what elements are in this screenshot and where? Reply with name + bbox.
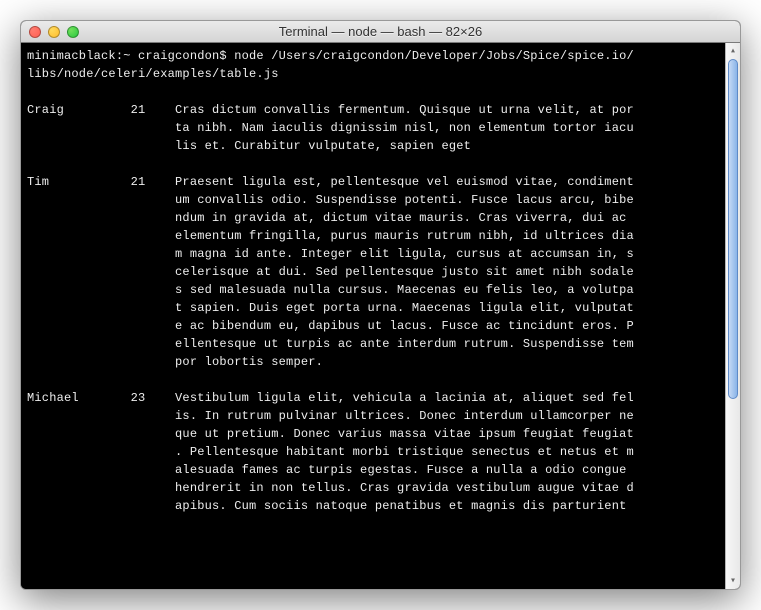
scroll-down-icon[interactable]: ▾ bbox=[726, 573, 740, 589]
scroll-thumb[interactable] bbox=[728, 59, 738, 399]
scroll-up-icon[interactable]: ▴ bbox=[726, 43, 740, 59]
traffic-lights bbox=[29, 26, 79, 38]
terminal-window: Terminal — node — bash — 82×26 minimacbl… bbox=[20, 20, 741, 590]
terminal-content[interactable]: minimacblack:~ craigcondon$ node /Users/… bbox=[21, 43, 725, 589]
zoom-icon[interactable] bbox=[67, 26, 79, 38]
close-icon[interactable] bbox=[29, 26, 41, 38]
scrollbar[interactable]: ▴ ▾ bbox=[725, 43, 740, 589]
minimize-icon[interactable] bbox=[48, 26, 60, 38]
terminal-output: minimacblack:~ craigcondon$ node /Users/… bbox=[27, 47, 719, 515]
window-title: Terminal — node — bash — 82×26 bbox=[29, 24, 732, 39]
titlebar[interactable]: Terminal — node — bash — 82×26 bbox=[21, 21, 740, 43]
